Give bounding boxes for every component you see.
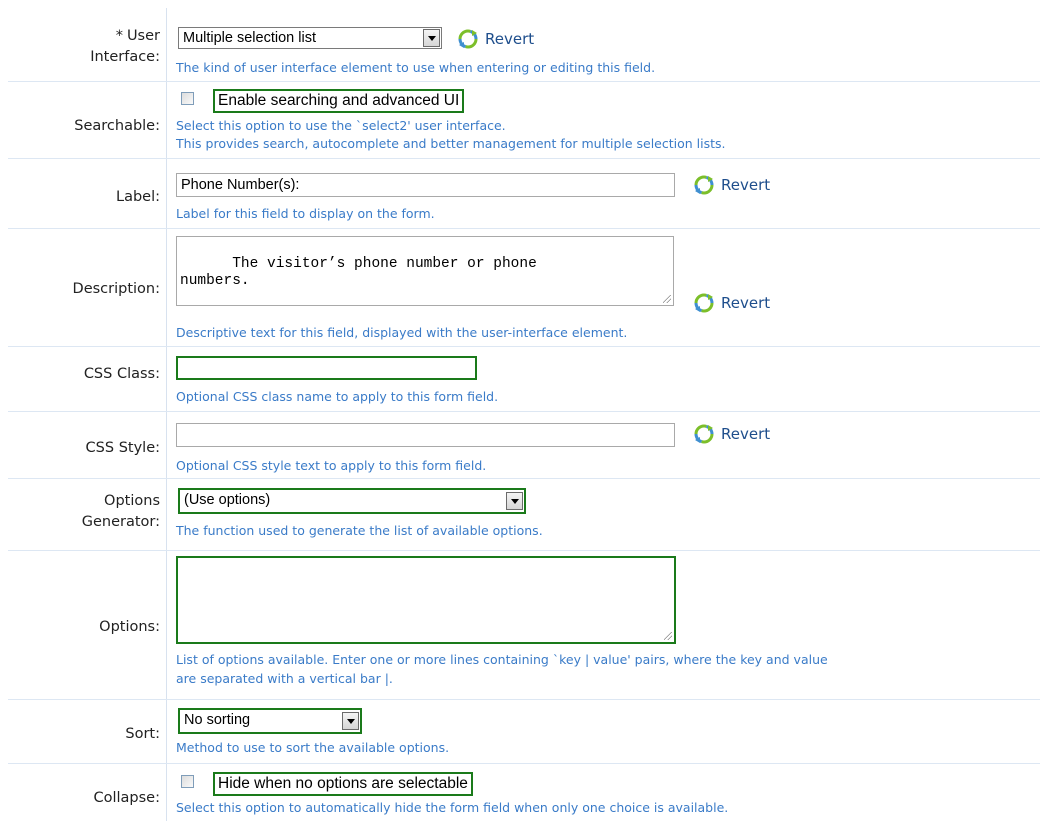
css-style-label: CSS Style: xyxy=(85,440,160,456)
row-searchable: Searchable: Enable searching and advance… xyxy=(8,82,1040,159)
chevron-down-icon xyxy=(506,492,523,510)
options-generator-label: Options Generator: xyxy=(81,493,160,530)
description-label: Description: xyxy=(72,281,160,297)
css-style-help: Optional CSS style text to apply to this… xyxy=(176,458,487,473)
searchable-checkbox-label[interactable]: Enable searching and advanced UI xyxy=(213,89,465,113)
options-generator-help: The function used to generate the list o… xyxy=(176,523,543,538)
searchable-help-1: Select this option to use the `select2' … xyxy=(176,118,506,133)
user-interface-select[interactable]: Multiple selection list xyxy=(178,27,442,49)
revert-arrows-icon xyxy=(693,292,715,314)
css-class-label: CSS Class: xyxy=(83,366,160,382)
row-options: Options: List of options available. Ente… xyxy=(8,551,1040,700)
row-collapse: Collapse: Hide when no options are selec… xyxy=(8,764,1040,821)
options-label: Options: xyxy=(99,619,160,635)
collapse-label: Collapse: xyxy=(93,790,160,806)
sort-label: Sort: xyxy=(125,726,160,742)
options-textarea[interactable] xyxy=(176,556,676,644)
revert-arrows-icon xyxy=(457,28,479,50)
css-class-input[interactable] xyxy=(176,356,477,380)
description-help: Descriptive text for this field, display… xyxy=(176,325,628,340)
sort-help: Method to use to sort the available opti… xyxy=(176,740,450,755)
user-interface-label: * User Interface: xyxy=(90,28,160,65)
row-css-style: CSS Style: Revert Optional CSS style tex… xyxy=(8,412,1040,479)
label-help: Label for this field to display on the f… xyxy=(176,206,435,221)
row-description: Description: The visitor’s phone number … xyxy=(8,229,1040,347)
row-options-generator: Options Generator: (Use options) The fun… xyxy=(8,479,1040,551)
revert-arrows-icon xyxy=(693,423,715,445)
row-sort: Sort: No sorting Method to use to sort t… xyxy=(8,700,1040,764)
chevron-down-icon xyxy=(423,29,440,47)
searchable-help-2: This provides search, autocomplete and b… xyxy=(176,136,726,151)
row-label: Label: Phone Number(s): Revert Label for… xyxy=(8,159,1040,229)
label-input[interactable]: Phone Number(s): xyxy=(176,173,675,197)
collapse-checkbox-label[interactable]: Hide when no options are selectable xyxy=(213,772,473,796)
user-interface-help: The kind of user interface element to us… xyxy=(176,60,656,75)
searchable-label: Searchable: xyxy=(74,118,160,134)
css-style-input[interactable] xyxy=(176,423,675,447)
resize-grip-icon[interactable] xyxy=(664,632,672,640)
options-help-2: are separated with a vertical bar |. xyxy=(176,671,393,686)
options-help-1: List of options available. Enter one or … xyxy=(176,652,828,667)
collapse-checkbox[interactable] xyxy=(181,775,194,788)
options-generator-select[interactable]: (Use options) xyxy=(178,488,526,514)
required-marker: * xyxy=(115,28,123,44)
row-user-interface: * User Interface: Multiple selection list… xyxy=(8,8,1040,82)
label-label: Label: xyxy=(115,189,160,205)
revert-arrows-icon xyxy=(693,174,715,196)
resize-grip-icon[interactable] xyxy=(663,295,671,303)
row-css-class: CSS Class: Optional CSS class name to ap… xyxy=(8,347,1040,412)
searchable-checkbox[interactable] xyxy=(181,92,194,105)
chevron-down-icon xyxy=(342,712,359,730)
description-textarea[interactable]: The visitor’s phone number or phone numb… xyxy=(176,236,674,306)
collapse-help: Select this option to automatically hide… xyxy=(176,800,729,815)
css-class-help: Optional CSS class name to apply to this… xyxy=(176,389,499,404)
sort-select[interactable]: No sorting xyxy=(178,708,362,734)
